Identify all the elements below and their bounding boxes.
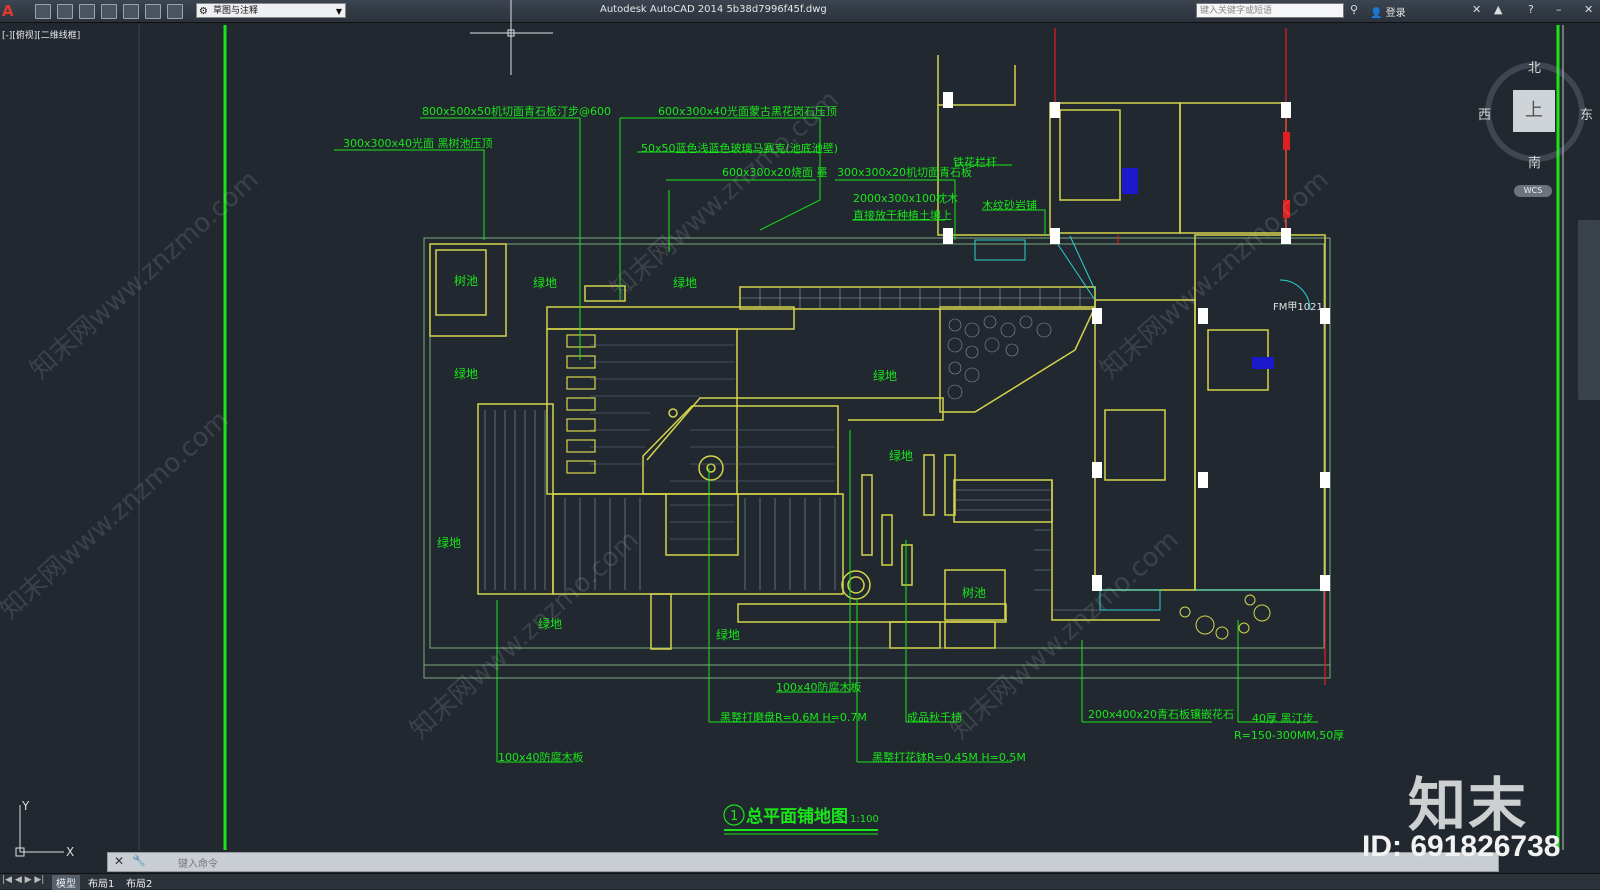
- navigation-bar[interactable]: [1578, 220, 1600, 400]
- stepping-stones: [566, 334, 596, 474]
- annotation: 300x300x20机切面青石板: [837, 165, 972, 179]
- annotation: 800x500x50机切面青石板汀步@600: [422, 104, 611, 118]
- room-label: 绿地: [873, 368, 897, 383]
- annotation: 铁花栏杆: [953, 155, 997, 169]
- drawing-title: 1 总平面铺地图 1:100: [723, 804, 879, 835]
- annotation: 200x400x20青石板镶嵌花石: [1088, 707, 1234, 721]
- annotation: 300x300x40光面 黑树池压顶: [343, 136, 493, 150]
- shrubs: [1179, 594, 1271, 640]
- room-label: 绿地: [533, 275, 557, 290]
- viewcube-top-face[interactable]: 上: [1513, 90, 1555, 132]
- svg-text:知末网www.znzmo.com: 知末网www.znzmo.com: [0, 405, 235, 625]
- title-number: 1: [730, 809, 738, 824]
- room-label: 绿地: [454, 366, 478, 381]
- checker-band: [740, 287, 1095, 309]
- annotation: 2000x300x100枕木: [853, 191, 958, 205]
- drawing-canvas[interactable]: 800x500x50机切面青石板汀步@600 600x300x40光面蒙古黑花岗…: [0, 0, 1600, 888]
- title-text: 总平面铺地图: [746, 806, 848, 827]
- tab-nav-arrows-icon[interactable]: |◀ ◀ ▶ ▶|: [2, 875, 44, 885]
- command-input[interactable]: 键入命令: [178, 855, 218, 870]
- svg-text:知末网www.znzmo.com: 知末网www.znzmo.com: [1095, 165, 1335, 385]
- annotation: 直接放于种植土壤上: [853, 208, 952, 222]
- room-label: 绿地: [437, 535, 461, 550]
- room-label: 绿地: [716, 627, 740, 642]
- annotation: 木纹砂岩铺: [982, 198, 1037, 212]
- pool-hatch: [590, 344, 835, 540]
- compass-north[interactable]: 北: [1528, 57, 1541, 76]
- annotation: 50x50蓝色浅蓝色玻璃马赛克(池底池壁): [641, 141, 838, 155]
- pebble-hatch: [947, 315, 1052, 400]
- svg-text:知末网www.znzmo.com: 知末网www.znzmo.com: [25, 165, 265, 385]
- annotation: 黑整打花钵R=0.45M H=0.5M: [872, 750, 1026, 764]
- title-scale: 1:100: [850, 814, 879, 825]
- compass-south[interactable]: 南: [1528, 152, 1541, 171]
- layout-tabs: |◀ ◀ ▶ ▶| 模型 布局1 布局2: [0, 873, 1600, 890]
- annotation: 黑整打磨盘R=0.6M H=0.7M: [720, 710, 867, 724]
- annotation: 100x40防腐木板: [498, 750, 584, 764]
- room-label: 绿地: [673, 275, 697, 290]
- compass-west[interactable]: 西: [1478, 104, 1491, 123]
- wcs-menu[interactable]: WCS: [1514, 185, 1552, 197]
- annotation: 40厚 黑汀步: [1252, 712, 1314, 725]
- wrench-icon[interactable]: 🔧: [132, 854, 146, 867]
- compass-east[interactable]: 东: [1580, 104, 1593, 123]
- room-label: 树池: [962, 585, 986, 600]
- ucs-x-label: X: [66, 845, 74, 859]
- crosshair-cursor: [470, 0, 553, 75]
- door-tag: FM甲1021: [1273, 302, 1323, 313]
- room-label: 绿地: [889, 448, 913, 463]
- annotation: 100x40防腐木板: [776, 680, 862, 694]
- svg-text:知末网www.znzmo.com: 知末网www.znzmo.com: [405, 525, 645, 745]
- ucs-y-label: Y: [21, 800, 30, 813]
- paving-outlines: [429, 243, 1160, 650]
- ucs-icon: Y X: [15, 800, 74, 859]
- close-icon[interactable]: ✕: [114, 854, 124, 868]
- wood-deck-hatch: [484, 410, 836, 590]
- annotation: R=150-300MM,50厚: [1234, 729, 1344, 742]
- watermark-id: ID: 691826738: [1362, 830, 1561, 863]
- command-line[interactable]: ✕ 🔧 键入命令: [107, 852, 1499, 872]
- room-label: 树池: [454, 273, 478, 288]
